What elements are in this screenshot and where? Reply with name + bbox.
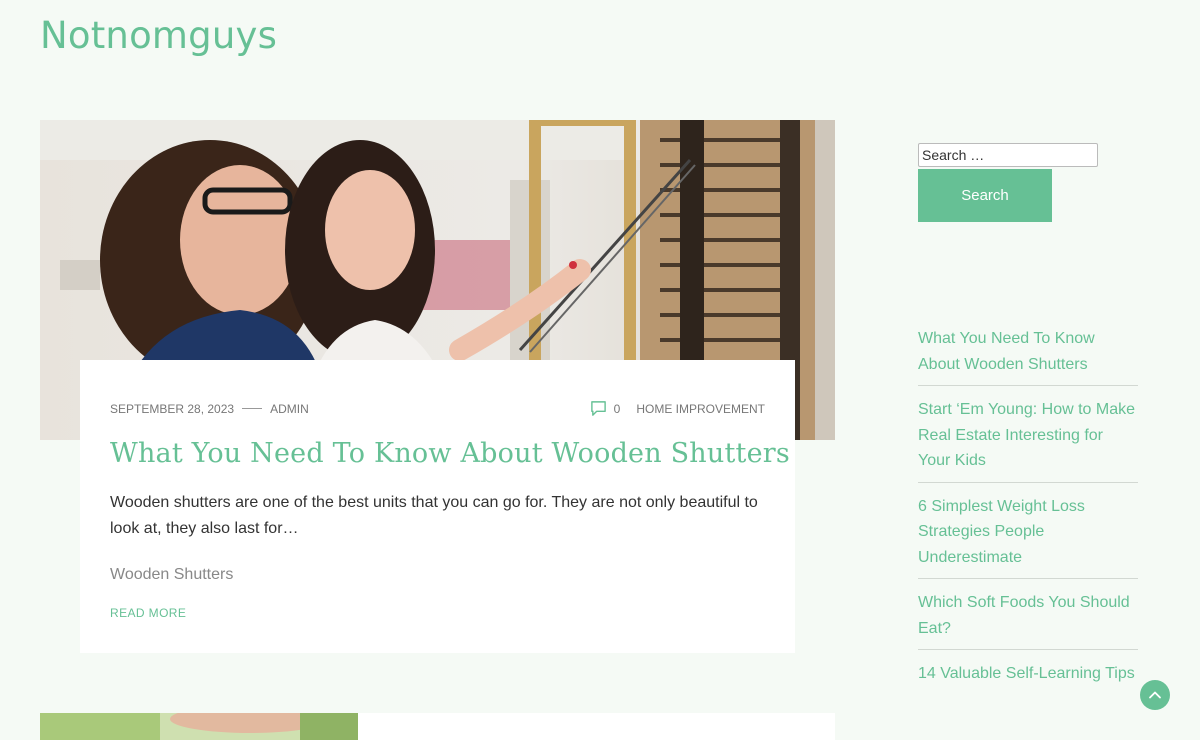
recent-post-item: 14 Valuable Self-Learning Tips [918,661,1138,695]
recent-post-link[interactable]: Which Soft Foods You Should Eat? [918,590,1138,641]
recent-posts-list: What You Need To Know About Wooden Shutt… [918,326,1138,706]
next-post-image [40,713,358,740]
post-author[interactable]: admin [270,402,309,416]
post-card: September 28, 2023 admin 0 Home Improvem… [80,360,795,653]
search-button[interactable]: Search [918,169,1052,222]
recent-post-link[interactable]: 6 Simplest Weight Loss Strategies People… [918,494,1138,571]
site-title[interactable]: Notnomguys [40,14,277,57]
recent-post-link[interactable]: What You Need To Know About Wooden Shutt… [918,326,1138,377]
next-post-card [358,713,835,740]
chevron-up-icon [1149,691,1161,699]
recent-post-link[interactable]: 14 Valuable Self-Learning Tips [918,661,1138,687]
meta-separator [242,408,263,409]
recent-post-item: 6 Simplest Weight Loss Strategies People… [918,494,1138,579]
post-excerpt: Wooden shutters are one of the best unit… [110,494,758,537]
search-input[interactable] [918,143,1098,167]
comment-icon [590,401,606,416]
read-more-link[interactable]: Read More [110,606,186,620]
recent-post-item: What You Need To Know About Wooden Shutt… [918,326,1138,386]
post-category[interactable]: Home Improvement [636,402,765,416]
back-to-top-button[interactable] [1140,680,1170,710]
recent-post-link[interactable]: Start ‘Em Young: How to Make Real Estate… [918,397,1138,474]
next-post-thumbnail[interactable] [40,713,358,740]
post-title[interactable]: What You Need To Know About Wooden Shutt… [110,438,790,469]
post-date[interactable]: September 28, 2023 [110,402,234,416]
post-meta: September 28, 2023 admin 0 Home Improvem… [110,400,765,417]
post-tag[interactable]: Wooden Shutters [110,566,233,584]
recent-post-item: Start ‘Em Young: How to Make Real Estate… [918,397,1138,483]
recent-post-item: Which Soft Foods You Should Eat? [918,590,1138,650]
comments-link[interactable]: 0 [590,400,621,417]
comment-count: 0 [613,401,621,416]
